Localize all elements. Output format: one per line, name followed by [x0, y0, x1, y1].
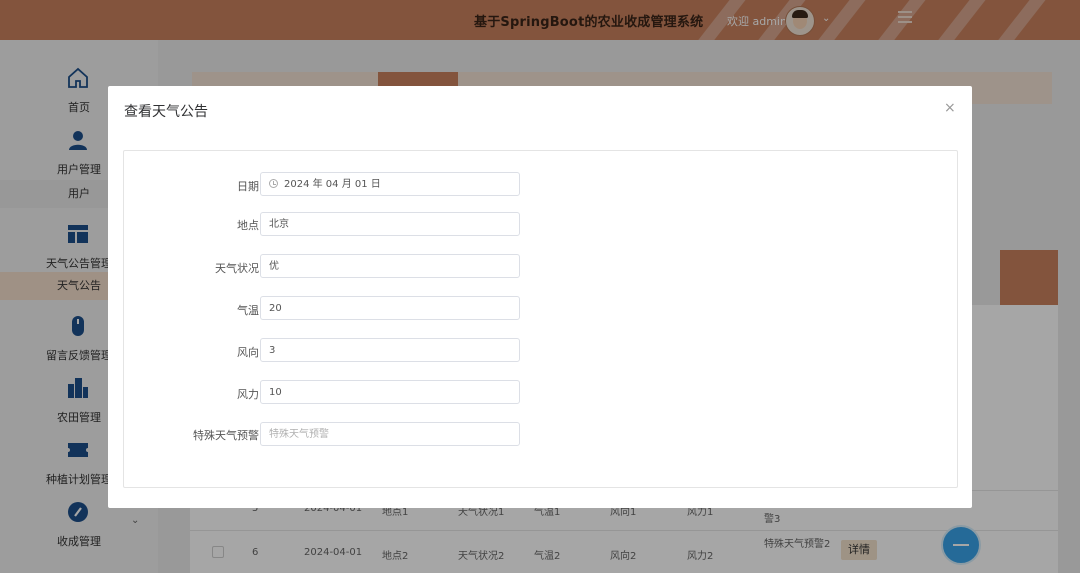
wind-direction-field[interactable]: 3 [260, 338, 520, 362]
wind-force-field[interactable]: 10 [260, 380, 520, 404]
form-container: 日期 2024 年 04 月 01 日 地点 北京 天气状况 优 气温 20 风… [123, 150, 958, 488]
wind-force-label: 风力 [237, 388, 259, 401]
view-weather-dialog: 查看天气公告 × 日期 2024 年 04 月 01 日 地点 北京 天气状况 … [108, 86, 972, 508]
temperature-field[interactable]: 20 [260, 296, 520, 320]
date-value: 2024 年 04 月 01 日 [284, 179, 381, 190]
wind-direction-label: 风向 [237, 346, 259, 359]
clock-icon [269, 179, 278, 188]
date-label: 日期 [237, 180, 259, 193]
location-label: 地点 [237, 219, 259, 232]
warning-field[interactable]: 特殊天气预警 [260, 422, 520, 446]
dialog-title: 查看天气公告 [124, 104, 208, 120]
warning-label: 特殊天气预警 [193, 429, 259, 442]
location-field[interactable]: 北京 [260, 212, 520, 236]
weather-label: 天气状况 [215, 262, 259, 275]
date-field[interactable]: 2024 年 04 月 01 日 [260, 172, 520, 196]
temperature-label: 气温 [237, 304, 259, 317]
close-icon[interactable]: × [944, 100, 956, 116]
weather-field[interactable]: 优 [260, 254, 520, 278]
